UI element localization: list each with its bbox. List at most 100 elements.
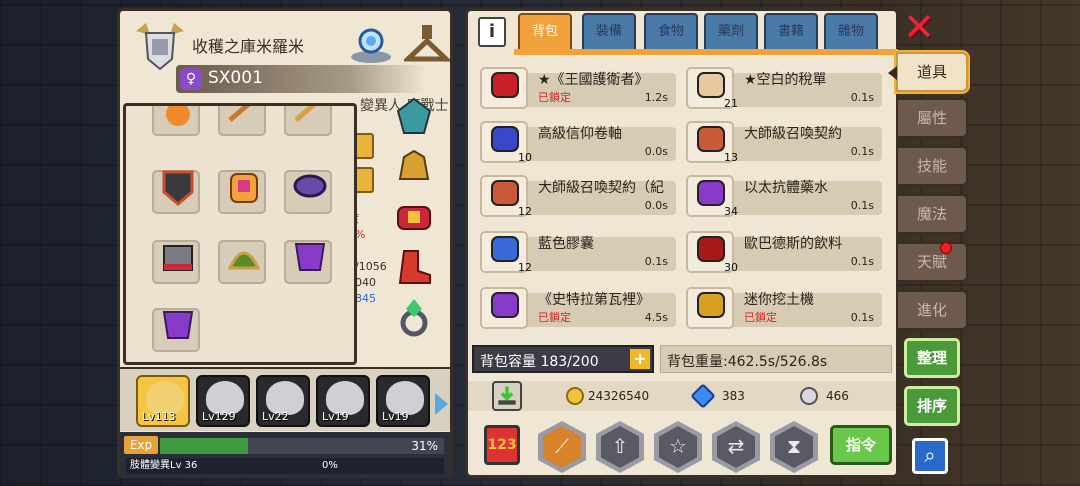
equip-slot-bracer[interactable] bbox=[284, 170, 332, 214]
gear-slot-belt[interactable] bbox=[390, 197, 438, 241]
download-icon[interactable] bbox=[492, 381, 522, 411]
equip-slot[interactable] bbox=[284, 106, 332, 136]
action-star-button[interactable]: ☆ bbox=[654, 421, 702, 473]
action-arrow-button[interactable]: ⇧ bbox=[596, 421, 644, 473]
tab-misc[interactable]: 雜物 bbox=[824, 13, 878, 51]
equip-slot[interactable] bbox=[152, 106, 200, 136]
inventory-item[interactable]: ★《王國護衛者》 已鎖定 1.2s bbox=[480, 65, 676, 111]
item-locked-label: 已鎖定 bbox=[538, 91, 571, 104]
character-panel: 收穫之庫米羅米 ♀ SX001 變異人 魔戰士 度 0% 5/1056 5040… bbox=[117, 8, 453, 478]
hero-level: Lv19 bbox=[382, 410, 409, 423]
item-name: 迷你挖土機 bbox=[744, 292, 814, 308]
inventory-item[interactable]: 21 ★空白的稅單 0.1s bbox=[686, 65, 882, 111]
item-weight: 0.1s bbox=[850, 255, 874, 268]
tab-food[interactable]: 食物 bbox=[644, 13, 698, 51]
inventory-item[interactable]: 13 大師級召喚契約 0.1s bbox=[686, 119, 882, 165]
action-hourglass-button[interactable]: ⧗ bbox=[770, 421, 818, 473]
inventory-item[interactable]: 《史特拉第瓦裡》 已鎖定 4.5s bbox=[480, 285, 676, 331]
gear-slot-helmet[interactable] bbox=[390, 149, 438, 193]
search-icon[interactable]: ⌕ bbox=[912, 438, 948, 474]
info-button[interactable]: i bbox=[478, 17, 506, 47]
item-locked-label: 已鎖定 bbox=[744, 311, 777, 324]
hero-portrait[interactable]: Lv19 bbox=[316, 375, 370, 427]
hero-portrait[interactable]: Lv113 bbox=[136, 375, 190, 427]
violin-icon bbox=[491, 292, 519, 318]
tab-backpack[interactable]: 背包 bbox=[518, 13, 572, 51]
hanger-icon[interactable] bbox=[404, 21, 450, 67]
inventory-item[interactable]: 10 高級信仰卷軸 0.0s bbox=[480, 119, 676, 165]
item-name: 高級信仰卷軸 bbox=[538, 126, 622, 142]
item-name: ★空白的稅單 bbox=[744, 72, 827, 88]
gear-slot-ring[interactable] bbox=[390, 297, 438, 341]
gold-amount: 24326540 bbox=[588, 389, 650, 403]
hero-portrait[interactable]: Lv22 bbox=[256, 375, 310, 427]
up-arrow-icon: ⇧ bbox=[611, 434, 629, 458]
close-icon[interactable]: ✕ bbox=[902, 8, 936, 46]
sort-button[interactable]: 整理 bbox=[904, 338, 960, 378]
item-count: 12 bbox=[518, 205, 532, 218]
order-button[interactable]: 排序 bbox=[904, 386, 960, 426]
swap-icon: ⇄ bbox=[727, 434, 745, 458]
inventory-item[interactable]: 12 大師級召喚契約（紀 0.0s bbox=[480, 173, 676, 219]
action-swap-button[interactable]: ⇄ bbox=[712, 421, 760, 473]
item-name: ★《王國護衛者》 bbox=[538, 72, 649, 88]
tab-underline bbox=[514, 49, 898, 55]
hourglass-icon: ⧗ bbox=[786, 434, 802, 458]
category-items[interactable]: 道具 bbox=[888, 52, 968, 92]
inventory-item[interactable]: 12 藍色膠囊 0.1s bbox=[480, 229, 676, 275]
gear-slot-boots[interactable] bbox=[390, 247, 438, 291]
category-attributes[interactable]: 屬性 bbox=[896, 98, 968, 138]
equip-slot-mask[interactable] bbox=[152, 308, 200, 352]
item-icon-box bbox=[686, 287, 734, 329]
category-magic[interactable]: 魔法 bbox=[896, 194, 968, 234]
gold-coin-icon bbox=[566, 387, 584, 405]
item-weight: 0.1s bbox=[850, 311, 874, 324]
backpack-weight: 背包重量:462.5s/526.8s bbox=[660, 345, 892, 373]
gear-slot-amulet[interactable] bbox=[390, 97, 438, 141]
numbered-book-button[interactable]: 123 bbox=[484, 425, 520, 465]
tab-equipment[interactable]: 裝備 bbox=[582, 13, 636, 51]
category-evolution[interactable]: 進化 bbox=[896, 290, 968, 330]
tab-books[interactable]: 書籍 bbox=[764, 13, 818, 51]
crystal-altar-icon[interactable] bbox=[348, 21, 394, 67]
item-name: 歐巴德斯的飲料 bbox=[744, 236, 842, 252]
item-weight: 0.0s bbox=[644, 199, 668, 212]
equip-slot-armor[interactable] bbox=[218, 170, 266, 214]
equip-slot[interactable] bbox=[218, 106, 266, 136]
currency-row: 24326540 383 466 bbox=[468, 381, 896, 411]
hero-portrait[interactable]: Lv129 bbox=[196, 375, 250, 427]
item-weight: 0.1s bbox=[850, 199, 874, 212]
gem-icon bbox=[690, 383, 716, 409]
hero-portrait[interactable]: Lv19 bbox=[376, 375, 430, 427]
inventory-item[interactable]: 30 歐巴德斯的飲料 0.1s bbox=[686, 229, 882, 275]
item-count: 13 bbox=[724, 151, 738, 164]
sword-icon: ⟋ bbox=[555, 434, 569, 458]
exp-bar: 31% bbox=[160, 438, 444, 454]
equip-slot-mask[interactable] bbox=[284, 240, 332, 284]
item-icon-box bbox=[480, 287, 528, 329]
exp-area: Exp 31% 肢體變異Lv 36 0% bbox=[120, 432, 450, 478]
inventory-item[interactable]: 迷你挖土機已鎖定 0.1s bbox=[686, 285, 882, 331]
exp-tag: Exp bbox=[124, 436, 158, 454]
item-count: 30 bbox=[724, 261, 738, 274]
character-id: SX001 bbox=[208, 68, 263, 88]
equip-slot-gauntlet[interactable] bbox=[152, 240, 200, 284]
inventory-item[interactable]: 34 以太抗體藥水 0.1s bbox=[686, 173, 882, 219]
item-icon-box: 21 bbox=[686, 67, 738, 110]
next-hero-arrow-icon[interactable] bbox=[435, 393, 448, 415]
item-icon-box: 10 bbox=[480, 121, 532, 164]
tab-potions[interactable]: 藥劑 bbox=[704, 13, 758, 51]
category-talent[interactable]: 天賦 bbox=[896, 242, 968, 282]
exp-percent: 31% bbox=[411, 439, 438, 453]
expand-capacity-button[interactable]: + bbox=[630, 349, 650, 369]
equip-slot-helm[interactable] bbox=[218, 240, 266, 284]
equip-slot-shield[interactable] bbox=[152, 170, 200, 214]
hero-level: Lv19 bbox=[322, 410, 349, 423]
category-skills[interactable]: 技能 bbox=[896, 146, 968, 186]
action-sword-button[interactable]: ⟋ bbox=[538, 421, 586, 473]
item-count: 10 bbox=[518, 151, 532, 164]
character-id-bar: ♀ SX001 bbox=[176, 65, 426, 93]
command-button[interactable]: 指令 bbox=[830, 425, 892, 465]
item-name: 藍色膠囊 bbox=[538, 236, 594, 252]
silver-amount: 466 bbox=[826, 389, 849, 403]
